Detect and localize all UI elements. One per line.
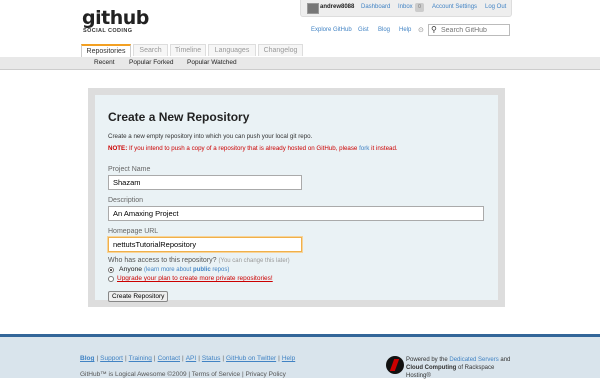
search-options-icon[interactable]: ⊙ <box>418 26 424 34</box>
intro-text: Create a new empty repository into which… <box>108 133 313 140</box>
access-question-text: Who has access to this repository? <box>108 257 217 264</box>
rackspace-logo-icon[interactable] <box>386 356 404 374</box>
footer-link-training[interactable]: Training <box>129 355 152 362</box>
footer-link-status[interactable]: Status <box>202 355 220 362</box>
footer-link-contact[interactable]: Contact <box>158 355 180 362</box>
note-label: NOTE: <box>108 145 128 152</box>
tab-languages[interactable]: Languages <box>208 44 256 56</box>
tab-timeline[interactable]: Timeline <box>170 44 206 56</box>
user-bar: andrew8088 Dashboard Inbox 0 Account Set… <box>300 0 512 17</box>
logout-link[interactable]: Log Out <box>485 4 506 10</box>
upgrade-plan-link[interactable]: Upgrade your plan to create more private… <box>117 275 273 282</box>
create-repo-panel: Create a New Repository Create a new emp… <box>88 88 505 307</box>
create-repo-form: Create a New Repository Create a new emp… <box>95 95 498 302</box>
cloud-computing-link[interactable]: Cloud Computing <box>406 365 456 371</box>
description-field[interactable]: An Amaxing Project <box>108 206 484 221</box>
explore-github-link[interactable]: Explore GitHub <box>311 27 352 33</box>
description-label: Description <box>108 197 144 204</box>
avatar[interactable] <box>307 3 319 14</box>
footer-links: Blog | Support | Training | Contact | API | Status… <box>80 355 296 362</box>
radio-anyone[interactable] <box>108 267 114 273</box>
option-anyone-hint: (learn more about public repos) <box>143 267 230 273</box>
fork-link[interactable]: fork <box>359 145 369 152</box>
homepage-url-label: Homepage URL <box>108 228 159 235</box>
sub-tabs: Recent Popular Forked Popular Watched <box>0 57 600 70</box>
access-question: Who has access to this repository? (You … <box>108 257 290 264</box>
gist-link[interactable]: Gist <box>358 27 369 33</box>
subtab-popular-watched[interactable]: Popular Watched <box>187 57 237 69</box>
option-anyone-label: Anyone <box>119 266 143 273</box>
footer-link-help[interactable]: Help <box>282 355 295 362</box>
tab-repositories[interactable]: Repositories <box>81 44 131 58</box>
dashboard-link[interactable]: Dashboard <box>361 4 390 10</box>
username-link[interactable]: andrew8088 <box>320 4 354 10</box>
subtab-popular-forked[interactable]: Popular Forked <box>129 57 173 69</box>
footer-link-twitter[interactable]: GitHub on Twitter <box>226 355 276 362</box>
github-logo[interactable]: github SOCIAL CODING <box>82 7 149 35</box>
help-link[interactable]: Help <box>399 27 411 33</box>
inbox-count-badge: 0 <box>415 3 424 12</box>
footer-link-support[interactable]: Support <box>100 355 123 362</box>
blog-link[interactable]: Blog <box>378 27 390 33</box>
radio-private[interactable] <box>108 276 114 282</box>
footer-link-api[interactable]: API <box>186 355 196 362</box>
project-name-label: Project Name <box>108 166 151 173</box>
note-text: If you intend to push a copy of a reposi… <box>127 145 360 152</box>
hosting-credit: Powered by the Dedicated Servers and Clo… <box>406 357 511 379</box>
inbox-link[interactable]: Inbox <box>398 4 413 10</box>
subtab-recent[interactable]: Recent <box>94 57 115 69</box>
footer-link-blog[interactable]: Blog <box>80 355 94 362</box>
search-input[interactable] <box>441 25 507 35</box>
note-end: it instead. <box>369 145 398 152</box>
logo-wordmark: github <box>82 7 149 29</box>
account-settings-link[interactable]: Account Settings <box>432 4 477 10</box>
public-repos-link[interactable]: public <box>193 267 211 273</box>
search-icon: ⚲ <box>431 25 437 34</box>
tab-changelog[interactable]: Changelog <box>258 44 303 56</box>
search-box[interactable]: ⚲ <box>428 24 510 36</box>
option-anyone: Anyone (learn more about public repos) <box>119 266 229 273</box>
page-title: Create a New Repository <box>108 110 250 124</box>
main-tabs: Repositories Search Timeline Languages C… <box>0 41 600 58</box>
footer: Blog | Support | Training | Contact | API | Status… <box>0 334 600 379</box>
access-hint: (You can change this later) <box>218 258 290 264</box>
tab-search[interactable]: Search <box>133 44 168 56</box>
create-repository-button[interactable]: Create Repository <box>108 291 169 302</box>
homepage-url-field[interactable]: nettutsTutorialRepository <box>108 237 302 252</box>
dedicated-servers-link[interactable]: Dedicated Servers <box>449 357 498 363</box>
project-name-field[interactable]: Shazam <box>108 175 302 190</box>
fork-note: NOTE: If you intend to push a copy of a … <box>108 145 398 152</box>
